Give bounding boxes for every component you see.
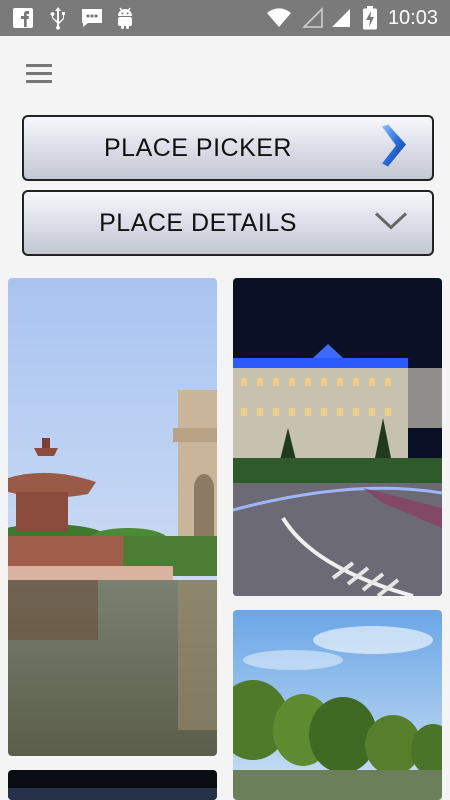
chevron-down-icon (374, 211, 408, 236)
lake-trees-image[interactable] (233, 610, 442, 800)
place-picker-label: PLACE PICKER (103, 133, 292, 162)
chevron-right-icon (378, 124, 408, 173)
android-icon (114, 6, 136, 30)
india-gate-fountain-image[interactable] (8, 278, 217, 756)
status-time: 10:03 (387, 7, 438, 29)
dark-image[interactable] (8, 770, 217, 800)
signal-empty-icon (302, 6, 324, 30)
battery-charging-icon (362, 6, 378, 30)
status-bar: 10:03 (0, 0, 450, 36)
signal-icon (330, 6, 352, 30)
facebook-icon (12, 6, 34, 30)
place-picker-button[interactable]: PLACE PICKER (22, 115, 434, 181)
place-details-label: PLACE DETAILS (99, 208, 297, 237)
usb-icon (48, 6, 68, 30)
wifi-icon (266, 6, 292, 30)
place-details-button[interactable]: PLACE DETAILS (22, 190, 434, 256)
message-icon (80, 6, 104, 30)
hamburger-menu-icon[interactable] (26, 64, 52, 84)
city-building-night-image[interactable] (233, 278, 442, 596)
